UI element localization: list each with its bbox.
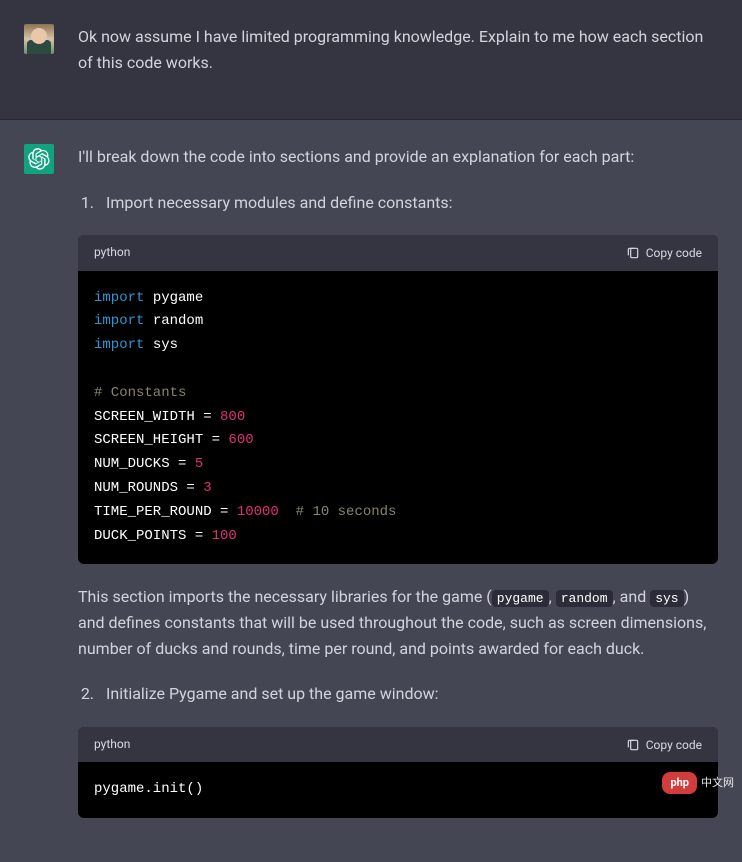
user-text: Ok now assume I have limited programming… bbox=[78, 24, 718, 75]
code-language-label: python bbox=[94, 735, 130, 754]
code-token: SCREEN_WIDTH = bbox=[94, 409, 220, 425]
inline-code: random bbox=[556, 590, 613, 607]
user-content: Ok now assume I have limited programming… bbox=[78, 24, 718, 95]
code-header-2: python Copy code bbox=[78, 727, 718, 762]
code-token: import bbox=[94, 337, 144, 353]
code-token: import bbox=[94, 290, 144, 306]
watermark-badge: php bbox=[662, 772, 697, 794]
code-token: 3 bbox=[203, 480, 211, 496]
code-token: SCREEN_HEIGHT = bbox=[94, 432, 228, 448]
watermark-text: 中文网 bbox=[701, 774, 734, 792]
copy-code-button[interactable]: Copy code bbox=[626, 246, 702, 260]
copy-code-label: Copy code bbox=[646, 738, 702, 752]
code-token: 100 bbox=[212, 528, 237, 544]
section-2-item: Initialize Pygame and set up the game wi… bbox=[98, 681, 718, 707]
section-list: Initialize Pygame and set up the game wi… bbox=[98, 681, 718, 707]
code-token: # Constants bbox=[94, 385, 186, 401]
section-1-explanation: This section imports the necessary libra… bbox=[78, 584, 718, 661]
code-token: TIME_PER_ROUND = bbox=[94, 504, 237, 520]
code-header-1: python Copy code bbox=[78, 235, 718, 270]
inline-code: pygame bbox=[492, 590, 549, 607]
user-message: Ok now assume I have limited programming… bbox=[0, 0, 742, 120]
user-avatar bbox=[24, 24, 54, 54]
code-block-2: python Copy code pygame.init() bbox=[78, 727, 718, 818]
code-token: pygame.init() bbox=[94, 781, 203, 797]
code-token: # 10 seconds bbox=[279, 504, 397, 520]
assistant-avatar bbox=[24, 144, 54, 174]
copy-code-label: Copy code bbox=[646, 246, 702, 260]
code-token: 5 bbox=[195, 456, 203, 472]
inline-code: sys bbox=[650, 590, 683, 607]
code-content-2[interactable]: pygame.init() bbox=[78, 762, 718, 818]
code-token: NUM_DUCKS = bbox=[94, 456, 195, 472]
code-token: sys bbox=[144, 337, 178, 353]
openai-logo-icon bbox=[28, 148, 50, 170]
code-token: DUCK_POINTS = bbox=[94, 528, 212, 544]
section-list: Import necessary modules and define cons… bbox=[98, 190, 718, 216]
assistant-content: I'll break down the code into sections a… bbox=[78, 144, 718, 838]
assistant-intro: I'll break down the code into sections a… bbox=[78, 144, 718, 170]
code-token: 10000 bbox=[237, 504, 279, 520]
code-token: 800 bbox=[220, 409, 245, 425]
copy-code-button[interactable]: Copy code bbox=[626, 738, 702, 752]
clipboard-icon bbox=[626, 246, 640, 260]
code-block-1: python Copy code import pygame import ra… bbox=[78, 235, 718, 564]
watermark: php 中文网 bbox=[662, 772, 734, 794]
code-token: 600 bbox=[228, 432, 253, 448]
section-2-title: Initialize Pygame and set up the game wi… bbox=[106, 684, 439, 703]
clipboard-icon bbox=[626, 738, 640, 752]
code-content-1[interactable]: import pygame import random import sys #… bbox=[78, 271, 718, 565]
code-language-label: python bbox=[94, 243, 130, 262]
code-token: pygame bbox=[144, 290, 203, 306]
code-token: import bbox=[94, 313, 144, 329]
code-token: random bbox=[144, 313, 203, 329]
section-1-item: Import necessary modules and define cons… bbox=[98, 190, 718, 216]
code-token: NUM_ROUNDS = bbox=[94, 480, 203, 496]
section-1-title: Import necessary modules and define cons… bbox=[106, 193, 453, 212]
assistant-message: I'll break down the code into sections a… bbox=[0, 120, 742, 862]
